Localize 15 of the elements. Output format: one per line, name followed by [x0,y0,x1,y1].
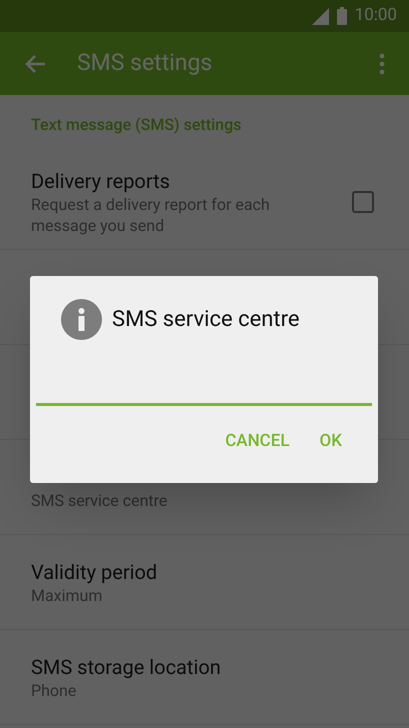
more-icon[interactable] [379,52,385,74]
back-icon[interactable] [24,54,46,74]
setting-title: SMS storage location [31,654,222,680]
section-header: Text message (SMS) settings [31,114,242,136]
info-icon [61,299,102,340]
app-bar-title: SMS settings [77,48,214,78]
setting-title: Delivery reports [31,168,171,194]
status-time: 10:00 [354,4,397,28]
dialog-title: SMS service centre [112,306,300,334]
setting-title: Validity period [31,558,158,584]
battery-icon [336,7,347,25]
checkbox[interactable] [352,191,374,213]
dialog-button[interactable]: OK [310,424,352,460]
signal-icon [312,8,329,24]
dialog-button[interactable]: CANCEL [215,424,300,460]
